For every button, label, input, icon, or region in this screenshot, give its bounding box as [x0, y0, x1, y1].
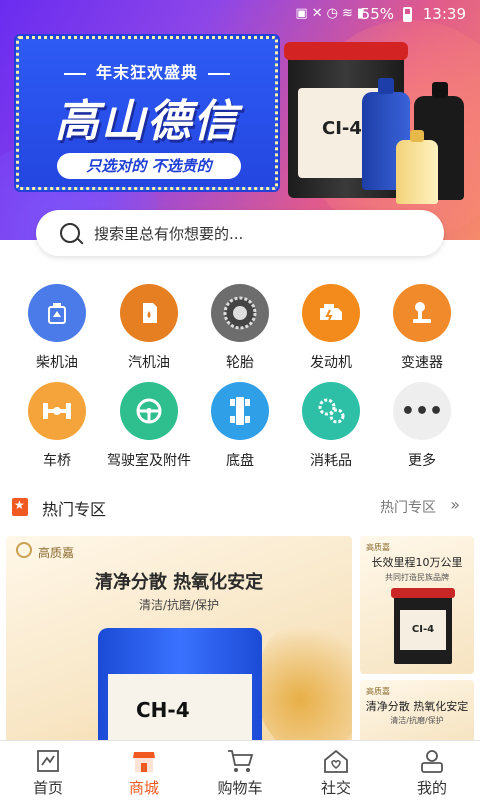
search-icon: [60, 223, 80, 243]
promo-card-side-2[interactable]: 高质嘉 清净分散 热氧化安定 清洁/抗磨/保护: [360, 680, 474, 742]
more-icon: •••: [393, 382, 451, 440]
axle-icon: [28, 382, 86, 440]
chassis-icon: [211, 382, 269, 440]
oil-splash-decoration: [256, 616, 352, 742]
gold-oil-bottle-image: [396, 130, 438, 204]
search-bar[interactable]: 搜索里总有你想要的...: [36, 210, 444, 256]
promo-card-side-1[interactable]: 高质嘉 长效里程10万公里 共同打造民族品牌 CI-4: [360, 536, 474, 674]
bottom-nav: 首页 商城 购物车 社交 我的: [0, 740, 480, 800]
category-cab-accessories[interactable]: 驾驶室及附件: [101, 382, 197, 470]
card-headline: 清净分散 热氧化安定: [365, 700, 469, 713]
bottle-cap: [378, 78, 394, 94]
product-grade: CI-4: [400, 610, 446, 650]
cart-icon: [225, 747, 255, 775]
bucket-lid: [391, 588, 455, 598]
nav-label: 首页: [32, 779, 63, 797]
notification-icon: ▣: [295, 6, 312, 21]
card-subline: 共同打造民族品牌: [385, 573, 449, 582]
category-label: 汽机油: [128, 355, 170, 371]
nav-store[interactable]: 商城: [96, 741, 192, 798]
home-icon: [33, 747, 63, 775]
battery-icon: [403, 7, 412, 22]
store-icon: [129, 747, 159, 775]
fuel-can-icon: [120, 284, 178, 342]
clock: 13:39: [422, 5, 466, 23]
card-headline: 长效里程10万公里: [371, 556, 463, 569]
nav-label: 购物车: [217, 779, 263, 797]
status-icons: ▣✕◷≋▮: [295, 6, 368, 21]
mute-icon: ✕: [311, 6, 327, 21]
alarm-icon: ◷: [326, 6, 342, 21]
nav-social[interactable]: 社交: [288, 741, 384, 798]
bucket-lid: [284, 42, 408, 60]
nav-home[interactable]: 首页: [0, 741, 96, 798]
tire-icon: [211, 284, 269, 342]
category-transmission[interactable]: 变速器: [374, 284, 470, 372]
promo-frame: 年末狂欢盛典 高山德信 只选对的 不选贵的: [16, 36, 278, 190]
nav-label: 社交: [320, 779, 351, 797]
category-chassis[interactable]: 底盘: [192, 382, 288, 470]
category-label: 驾驶室及附件: [107, 453, 191, 469]
gear-shift-icon: [393, 284, 451, 342]
category-gasoline-oil[interactable]: 汽机油: [101, 284, 197, 372]
promo-subtitle: 年末狂欢盛典: [19, 59, 275, 83]
promo-title: 高山德信: [55, 96, 239, 147]
search-placeholder: 搜索里总有你想要的...: [94, 225, 244, 243]
wifi-icon: ≋: [341, 6, 357, 21]
section-more-link[interactable]: 热门专区: [380, 497, 436, 517]
oil-can-icon: [28, 284, 86, 342]
card-headline: 清净分散 热氧化安定: [94, 572, 264, 593]
bottle-cap: [432, 82, 448, 98]
category-label: 车桥: [43, 453, 71, 469]
section-title: 热门专区: [42, 500, 107, 519]
profile-icon: [417, 747, 447, 775]
card-subline: 清洁/抗磨/保护: [390, 716, 444, 725]
engine-icon: [302, 284, 360, 342]
status-bar: ▣✕◷≋▮ 55% 13:39: [0, 0, 480, 28]
category-axle[interactable]: 车桥: [9, 382, 105, 470]
category-more[interactable]: ••• 更多: [374, 382, 470, 470]
nav-label: 我的: [416, 779, 447, 797]
bookmark-star-icon: [12, 498, 28, 516]
cog-icon: [302, 382, 360, 440]
promo-card-main[interactable]: 高质嘉 清净分散 热氧化安定 清洁/抗磨/保护 CH-4: [6, 536, 352, 742]
oil-tub-image: CH-4: [98, 628, 262, 742]
card-brand: 高质嘉: [38, 546, 75, 560]
category-label: 底盘: [226, 453, 254, 469]
nav-label: 商城: [128, 779, 159, 797]
card-brand: 高质嘉: [366, 543, 390, 552]
brand-logo-icon: [16, 542, 32, 558]
category-consumables[interactable]: 消耗品: [283, 382, 379, 470]
oil-bucket-image: CI-4: [391, 588, 455, 664]
social-icon: [321, 747, 351, 775]
category-label: 柴机油: [36, 355, 78, 371]
bottle-cap: [410, 130, 424, 142]
product-grade: CI-4: [322, 118, 362, 139]
card-subline: 清洁/抗磨/保护: [138, 598, 220, 612]
top-banner[interactable]: 年末狂欢盛典 高山德信 只选对的 不选贵的 CI-4: [0, 0, 480, 240]
category-label: 消耗品: [310, 453, 352, 469]
steering-wheel-icon: [120, 382, 178, 440]
promo-tagline: 只选对的 不选贵的: [57, 153, 241, 179]
battery-percent: 55%: [360, 5, 394, 23]
product-grade: CH-4: [136, 698, 190, 722]
category-label: 更多: [408, 453, 436, 469]
tub-label: CH-4: [108, 674, 252, 742]
category-label: 轮胎: [226, 355, 254, 371]
category-label: 变速器: [401, 355, 443, 371]
category-diesel-oil[interactable]: 柴机油: [9, 284, 105, 372]
category-label: 发动机: [310, 355, 352, 371]
card-brand: 高质嘉: [366, 687, 390, 696]
double-chevron-right-icon[interactable]: »: [450, 495, 460, 514]
hot-zone-header: 热门专区 热门专区 »: [0, 492, 480, 522]
nav-cart[interactable]: 购物车: [192, 741, 288, 798]
category-tires[interactable]: 轮胎: [192, 284, 288, 372]
nav-profile[interactable]: 我的: [384, 741, 480, 798]
category-engine[interactable]: 发动机: [283, 284, 379, 372]
